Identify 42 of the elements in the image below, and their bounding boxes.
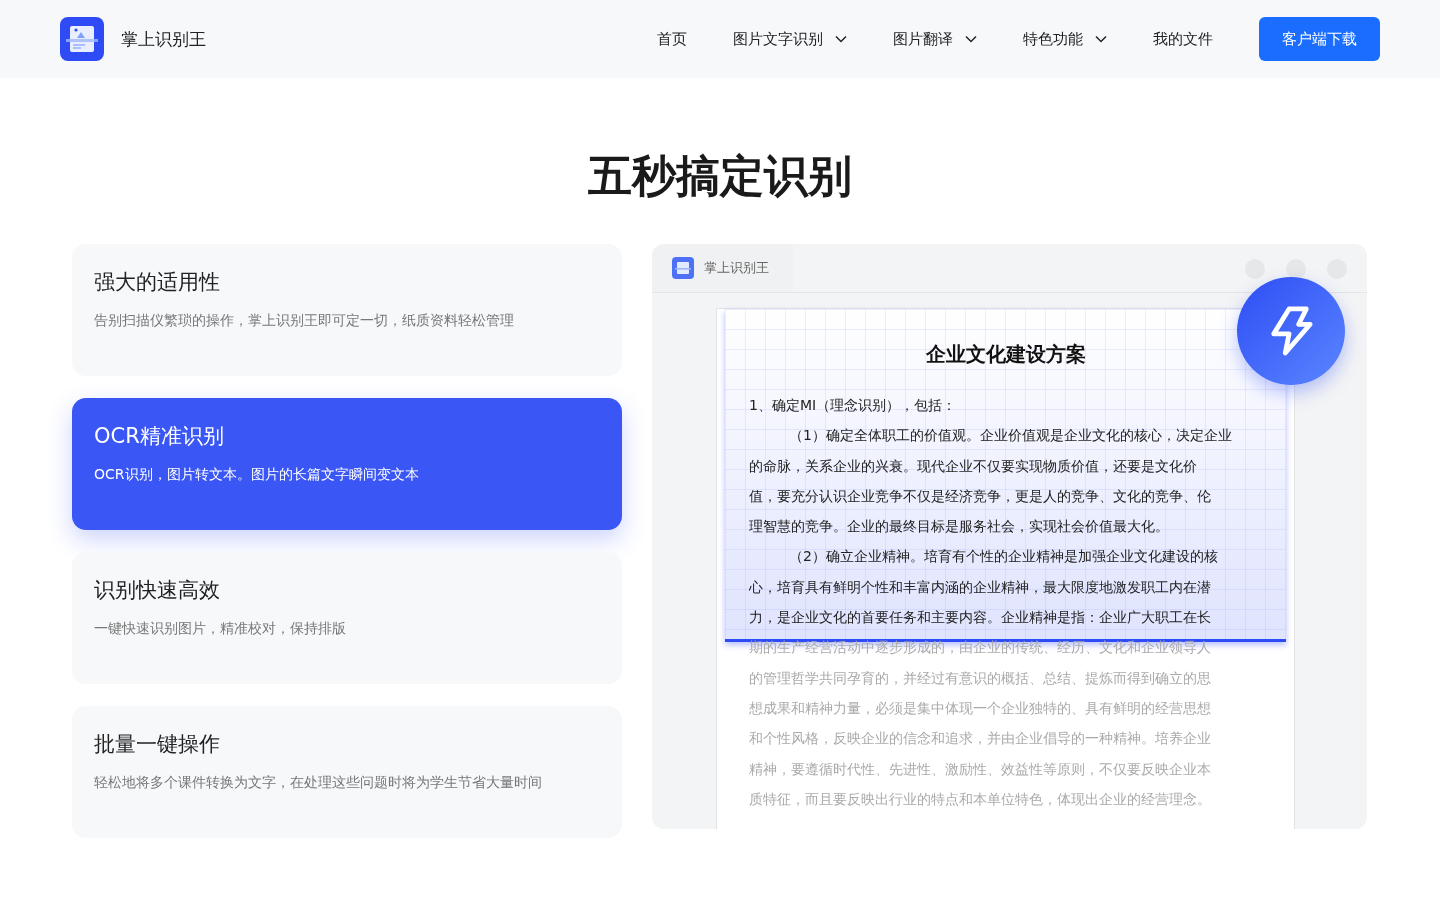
document-line: 想成果和精神力量，必须是集中体现一个企业独特的、具有鲜明的经营思想 — [749, 698, 1212, 718]
chevron-down-icon — [1095, 35, 1107, 43]
document-line: 期的生产经营活动中逐步形成的，由企业的传统、经历、文化和企业领导人 — [749, 638, 1212, 658]
nav-link[interactable]: 首页 — [657, 29, 687, 49]
feature-card[interactable]: OCR精准识别 OCR识别，图片转文本。图片的长篇文字瞬间变文本 — [72, 398, 622, 530]
chevron-down-icon — [835, 35, 847, 43]
app-name: 掌上识别王 — [121, 27, 206, 51]
nav-link[interactable]: 图片文字识别 — [733, 29, 847, 49]
feature-card[interactable]: 识别快速高效 一键快速识别图片，精准校对，保持排版 — [72, 552, 622, 684]
feature-card[interactable]: 批量一键操作 轻松地将多个课件转换为文字，在处理这些问题时将为学生节省大量时间 — [72, 706, 622, 838]
document-line: 1、确定MI（理念识别），包括： — [749, 396, 958, 415]
section-title: 五秒搞定识别 — [587, 149, 853, 203]
document-title: 企业文化建设方案 — [924, 341, 1087, 368]
document-line: 和个性风格，反映企业的信念和追求，并由企业倡导的一种精神。培养企业 — [749, 729, 1212, 749]
nav-link[interactable]: 特色功能 — [1023, 29, 1107, 49]
feature-title: 强大的适用性 — [94, 269, 221, 296]
download-button[interactable]: 客户端下载 — [1259, 17, 1380, 61]
document-line: 力，是企业文化的首要任务和主要内容。企业精神是指：企业广大职工在长 — [749, 608, 1212, 628]
document-line: 理智慧的竞争。企业的最终目标是服务社会，实现社会价值最大化。 — [749, 517, 1170, 537]
document-line: （2）确立企业精神。培育有个性的企业精神是加强企业文化建设的核 — [788, 547, 1219, 567]
lightning-icon — [1268, 306, 1314, 356]
feature-title: 识别快速高效 — [94, 577, 221, 604]
nav-link[interactable]: 我的文件 — [1153, 29, 1213, 49]
document-line: 心，培育具有鲜明个性和丰富内涵的企业精神，最大限度地激发职工内在潜 — [749, 577, 1212, 597]
chevron-down-icon — [965, 35, 977, 43]
window-control-icon[interactable] — [1286, 259, 1306, 279]
logo-icon — [672, 257, 694, 279]
document-line: 值，要充分认识企业竞争不仅是经济竞争，更是人的竞争、文化的竞争、伦 — [749, 486, 1212, 506]
logo-icon — [60, 17, 104, 61]
feature-description: 告别扫描仪繁琐的操作，掌上识别王即可定一切，纸质资料轻松管理 — [94, 312, 515, 330]
document-line: 的命脉，关系企业的兴衰。现代企业不仅要实现物质价值，还要是文化价 — [749, 456, 1198, 476]
feature-description: 一键快速识别图片，精准校对，保持排版 — [94, 620, 347, 638]
feature-description: OCR识别，图片转文本。图片的长篇文字瞬间变文本 — [94, 466, 420, 484]
document-line: 精神，要遵循时代性、先进性、激励性、效益性等原则，不仅要反映企业本 — [749, 759, 1212, 779]
nav-link[interactable]: 图片翻译 — [893, 29, 977, 49]
feature-description: 轻松地将多个课件转换为文字，在处理这些问题时将为学生节省大量时间 — [94, 774, 543, 792]
document-line: 的管理哲学共同孕育的，并经过有意识的概括、总结、提炼而得到确立的思 — [749, 668, 1212, 688]
feature-title: OCR精准识别 — [94, 423, 225, 450]
document-line: （1）确定全体职工的价值观。企业价值观是企业文化的核心，决定企业 — [788, 426, 1233, 446]
feature-card[interactable]: 强大的适用性 告别扫描仪繁琐的操作，掌上识别王即可定一切，纸质资料轻松管理 — [72, 244, 622, 376]
document-line: 质特征，而且要反映出行业的特点和本单位特色，体现出企业的经营理念。 — [749, 789, 1212, 809]
feature-title: 批量一键操作 — [94, 731, 221, 758]
